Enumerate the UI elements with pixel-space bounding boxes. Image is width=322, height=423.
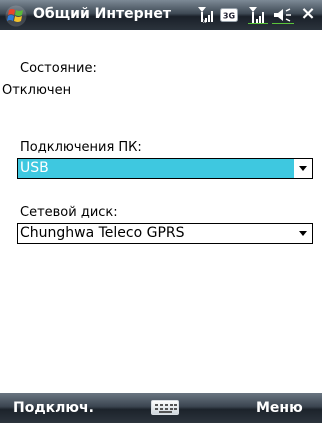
pc-connection-dropdown[interactable]: USB <box>17 158 313 179</box>
signal-roaming-icon[interactable]: x <box>197 6 215 24</box>
3g-badge-label: 3G <box>223 12 235 21</box>
3g-icon[interactable]: 3G <box>220 6 238 24</box>
pc-connection-selected: USB <box>20 160 49 176</box>
close-icon[interactable]: × <box>299 4 317 24</box>
network-drive-selected: Chunghwa Teleco GPRS <box>20 225 185 241</box>
softkey-bar: Подключ. Меню <box>0 393 322 423</box>
status-label: Состояние: <box>20 61 97 76</box>
pc-connection-label: Подключения ПК: <box>20 140 142 155</box>
svg-text:x: x <box>203 18 207 24</box>
keyboard-icon[interactable] <box>151 400 179 415</box>
signal-icon[interactable] <box>248 6 268 24</box>
title-bar: Общий Интернет x 3G × <box>0 0 322 30</box>
menu-softkey[interactable]: Меню <box>256 400 303 416</box>
connect-softkey[interactable]: Подключ. <box>13 400 94 416</box>
chevron-down-icon[interactable] <box>294 159 312 178</box>
network-drive-dropdown[interactable]: Chunghwa Teleco GPRS <box>17 223 313 244</box>
app-title: Общий Интернет <box>33 6 171 22</box>
status-value: Отключен <box>2 83 72 98</box>
chevron-down-icon[interactable] <box>294 224 312 243</box>
network-drive-label: Сетевой диск: <box>20 205 118 220</box>
volume-icon[interactable] <box>272 6 294 24</box>
windows-start-icon[interactable] <box>5 5 27 27</box>
